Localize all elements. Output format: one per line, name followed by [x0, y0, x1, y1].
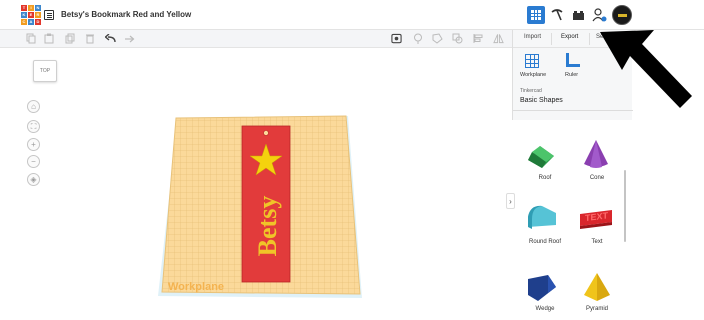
undo-icon[interactable] [105, 33, 116, 44]
logo-letter: R [35, 12, 41, 18]
fit-view-icon[interactable]: ⛶ [27, 120, 40, 133]
bookmark-text[interactable]: Betsy [253, 196, 282, 257]
shape-roof-label: Roof [538, 175, 552, 181]
panel-scrollbar[interactable] [624, 170, 626, 242]
annotation-arrow-icon [600, 30, 692, 108]
copy-icon[interactable] [25, 33, 36, 44]
grid-view-icon[interactable] [527, 6, 545, 24]
shape-pyramid-label: Pyramid [585, 306, 608, 312]
bookmark-object[interactable]: Betsy [241, 125, 291, 283]
home-view-icon[interactable]: ⌂ [27, 100, 40, 113]
import-button[interactable]: Import [524, 34, 541, 40]
note-icon[interactable] [391, 33, 402, 44]
logo-letter: I [28, 5, 34, 11]
design-list-icon[interactable] [44, 10, 54, 20]
workplane-icon[interactable] [525, 54, 539, 68]
logo-letter: E [28, 12, 34, 18]
shape-round-roof[interactable] [526, 203, 558, 236]
view-cube-label: TOP [39, 68, 51, 74]
view-cube[interactable]: TOP [33, 60, 57, 82]
workplane-canvas[interactable]: Workplane Betsy [150, 108, 375, 303]
project-title[interactable]: Betsy's Bookmark Red and Yellow [61, 10, 191, 19]
zoom-out-icon[interactable]: − [27, 155, 40, 168]
shape-outline-icon[interactable] [432, 33, 443, 44]
divider [589, 33, 590, 45]
ruler-icon[interactable] [566, 53, 580, 67]
shape-roof[interactable] [526, 140, 556, 175]
logo-letter: T [21, 5, 27, 11]
duplicate-icon[interactable] [64, 33, 75, 44]
logo-letter: D [35, 19, 41, 25]
shape-text[interactable]: TEXT [578, 208, 614, 235]
shape-wedge[interactable] [526, 273, 558, 308]
shape-wedge-label: Wedge [535, 306, 555, 312]
text-shape-icon: TEXT [580, 210, 612, 229]
group-icon[interactable] [452, 33, 463, 44]
paste-icon[interactable] [43, 33, 54, 44]
export-button[interactable]: Export [561, 34, 578, 40]
logo-letter: N [35, 5, 41, 11]
logo-letter: A [28, 19, 34, 25]
shape-round-roof-label: Round Roof [528, 239, 562, 245]
wedge-icon [528, 275, 556, 301]
shape-library-select[interactable]: Basic Shapes [520, 97, 563, 104]
divider [551, 33, 552, 45]
shape-cone[interactable] [582, 138, 610, 175]
delete-icon[interactable] [84, 33, 95, 44]
redo-icon[interactable] [124, 33, 135, 44]
mirror-icon[interactable] [493, 33, 504, 44]
shapes-grid: Roof Cone Round Roof TEXT Text Wedge Pyr… [512, 120, 632, 320]
tinkercad-logo[interactable]: T I N K E R C A D [21, 5, 41, 25]
bricks-icon[interactable] [569, 6, 587, 24]
pyramid-icon [584, 273, 610, 301]
cone-icon [584, 140, 608, 168]
light-bulb-icon[interactable] [412, 33, 423, 44]
workplane-label: Workplane [168, 281, 224, 293]
edit-toolbar [0, 30, 512, 48]
logo-letter: K [21, 12, 27, 18]
zoom-in-icon[interactable]: + [27, 138, 40, 151]
shape-cone-label: Cone [589, 175, 605, 181]
library-brand: Tinkercad [520, 88, 542, 94]
logo-letter: C [21, 19, 27, 25]
perspective-icon[interactable]: ◈ [27, 173, 40, 186]
round-roof-icon [528, 205, 556, 229]
pickaxe-icon[interactable] [548, 6, 566, 24]
roof-icon [528, 146, 554, 168]
align-icon[interactable] [473, 33, 484, 44]
workplane-label[interactable]: Workplane [520, 72, 546, 78]
ruler-label[interactable]: Ruler [565, 72, 578, 78]
shape-pyramid[interactable] [582, 271, 612, 308]
shape-text-label: Text [591, 239, 603, 245]
collapse-panel-button[interactable]: › [506, 193, 515, 209]
bookmark-hole [263, 130, 269, 136]
